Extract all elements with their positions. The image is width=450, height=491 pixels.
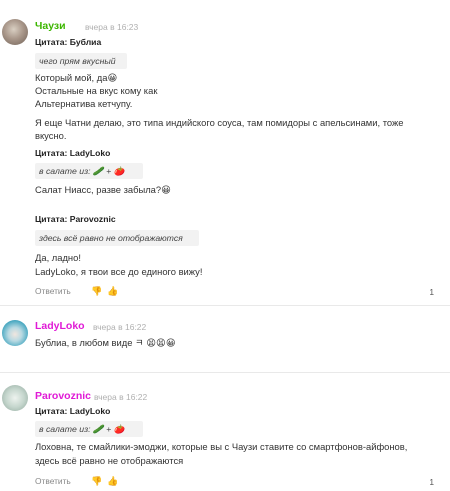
username[interactable]: LadyLoko — [35, 320, 85, 332]
comment-parovoznic: Parovoznic вчера в 16:22 Цитата: LadyLok… — [0, 380, 450, 491]
avatar[interactable] — [2, 320, 28, 346]
vote-count: 1 — [429, 477, 434, 487]
timestamp: вчера в 16:23 — [85, 22, 139, 32]
quote-text: здесь всё равно не отображаются — [35, 230, 199, 246]
username[interactable]: Чаузи — [35, 20, 66, 32]
vote-count: 1 — [429, 287, 434, 297]
comment-actions: Ответить 👎 👍 — [35, 285, 155, 297]
thumb-down-icon[interactable]: 👎 — [91, 285, 102, 297]
comment-line: Бублиа, в любом виде ㅋ 😫😫😀 — [35, 337, 176, 348]
quote-header: Цитата: Бублиа — [35, 37, 102, 47]
quote-text: в салате из: 🥒 + 🍅 — [35, 163, 143, 179]
comment-line: вкусно. — [35, 130, 67, 141]
comment-actions: Ответить 👎 👍 — [35, 475, 155, 487]
quote-header: Цитата: LadyLoko — [35, 406, 111, 416]
reply-link[interactable]: Ответить — [35, 475, 71, 487]
quote-header: Цитата: Parovoznic — [35, 214, 116, 224]
username[interactable]: Parovoznic — [35, 390, 91, 402]
quote-text: в салате из: 🥒 + 🍅 — [35, 421, 143, 437]
reply-link[interactable]: Ответить — [35, 285, 71, 297]
comment-line: Остальные на вкус кому как — [35, 85, 158, 96]
comment-line: здесь всё равно не отображаются — [35, 455, 184, 466]
thumb-up-icon[interactable]: 👍 — [107, 475, 118, 487]
thumb-down-icon[interactable]: 👎 — [91, 475, 102, 487]
quote-text: чего прям вкусный — [35, 53, 127, 69]
comment-line: Да, ладно! — [35, 252, 81, 263]
comment-ladyloko: LadyLoko вчера в 16:22 Бублиа, в любом в… — [0, 315, 450, 360]
comment-line: Альтернатива кетчупу. — [35, 98, 133, 109]
avatar[interactable] — [2, 385, 28, 411]
divider — [0, 305, 450, 306]
comment-line: Лоховна, те смайлики-эмоджи, которые вы … — [35, 441, 408, 452]
comment-line: Который мой, да😀 — [35, 72, 118, 83]
avatar[interactable] — [2, 19, 28, 45]
comment-line: LadyLoko, я твои все до единого вижу! — [35, 266, 203, 277]
divider — [0, 372, 450, 373]
timestamp: вчера в 16:22 — [94, 392, 148, 402]
quote-header: Цитата: LadyLoko — [35, 148, 111, 158]
timestamp: вчера в 16:22 — [93, 322, 147, 332]
comment-chauzi: Чаузи вчера в 16:23 Цитата: Бублиа чего … — [0, 0, 450, 297]
comment-line: Салат Ниасс, разве забыла?😀 — [35, 184, 171, 195]
thumb-up-icon[interactable]: 👍 — [107, 285, 118, 297]
comment-line: Я еще Чатни делаю, это типа индийского с… — [35, 117, 404, 128]
